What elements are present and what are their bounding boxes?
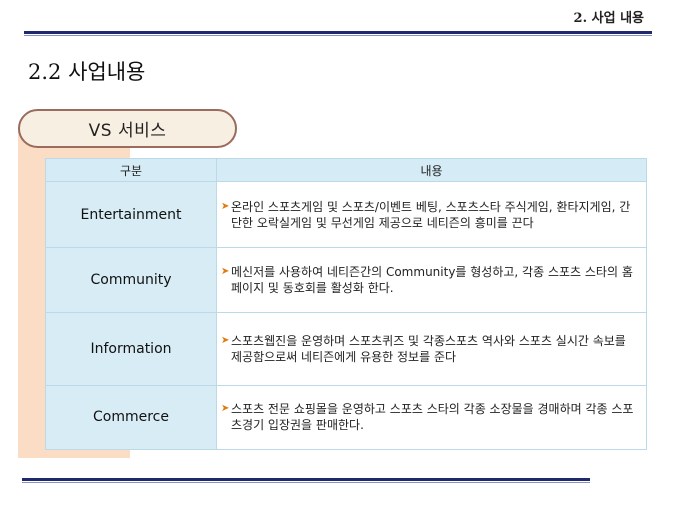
row-category: Commerce xyxy=(45,384,217,451)
table-row: Entertainment ➤ 온라인 스포츠게임 및 스포츠/이벤트 베팅, … xyxy=(45,181,647,249)
row-description: 온라인 스포츠게임 및 스포츠/이벤트 베팅, 스포츠스타 주식게임, 환타지게… xyxy=(231,199,631,230)
row-category: Community xyxy=(45,247,217,313)
row-description: 스포츠웹진을 운영하며 스포츠퀴즈 및 각종스포츠 역사와 스포츠 실시간 속보… xyxy=(231,333,626,364)
section-heading: 2.2 사업내용 xyxy=(28,60,146,84)
table-row: Community ➤ 메신저를 사용하여 네티즌간의 Community를 형… xyxy=(45,247,647,313)
bottom-rule-thin xyxy=(22,482,590,483)
arrow-right-icon: ➤ xyxy=(221,334,230,346)
row-description-cell: ➤ 메신저를 사용하여 네티즌간의 Community를 형성하고, 각종 스포… xyxy=(216,247,647,313)
arrow-right-icon: ➤ xyxy=(221,265,230,277)
column-header-category: 구분 xyxy=(45,157,217,183)
services-table: 구분 내용 Entertainment ➤ 온라인 스포츠게임 및 스포츠/이벤… xyxy=(45,157,647,451)
table-row: Information ➤ 스포츠웹진을 운영하며 스포츠퀴즈 및 각종스포츠 … xyxy=(45,311,647,386)
bottom-rule xyxy=(22,478,590,481)
table-header-row: 구분 내용 xyxy=(45,157,647,183)
row-description: 메신저를 사용하여 네티즌간의 Community를 형성하고, 각종 스포츠 … xyxy=(231,264,633,295)
service-banner-label: VS 서비스 xyxy=(88,121,167,141)
column-header-content: 내용 xyxy=(216,157,647,183)
table-row: Commerce ➤ 스포츠 전문 쇼핑몰을 운영하고 스포츠 스타의 각종 소… xyxy=(45,384,647,451)
row-category: Entertainment xyxy=(45,181,217,249)
row-description-cell: ➤ 온라인 스포츠게임 및 스포츠/이벤트 베팅, 스포츠스타 주식게임, 환타… xyxy=(216,181,647,249)
row-description-cell: ➤ 스포츠웹진을 운영하며 스포츠퀴즈 및 각종스포츠 역사와 스포츠 실시간 … xyxy=(216,311,647,386)
arrow-right-icon: ➤ xyxy=(221,200,230,212)
row-description-cell: ➤ 스포츠 전문 쇼핑몰을 운영하고 스포츠 스타의 각종 소장물을 경매하며 … xyxy=(216,384,647,451)
header-title: 2. 사업 내용 xyxy=(573,11,644,26)
service-banner: VS 서비스 xyxy=(18,109,237,148)
top-rule xyxy=(24,31,652,34)
row-category: Information xyxy=(45,311,217,386)
arrow-right-icon: ➤ xyxy=(221,403,230,415)
row-description: 스포츠 전문 쇼핑몰을 운영하고 스포츠 스타의 각종 소장물을 경매하며 각종… xyxy=(231,402,634,433)
top-rule-thin xyxy=(24,35,652,36)
